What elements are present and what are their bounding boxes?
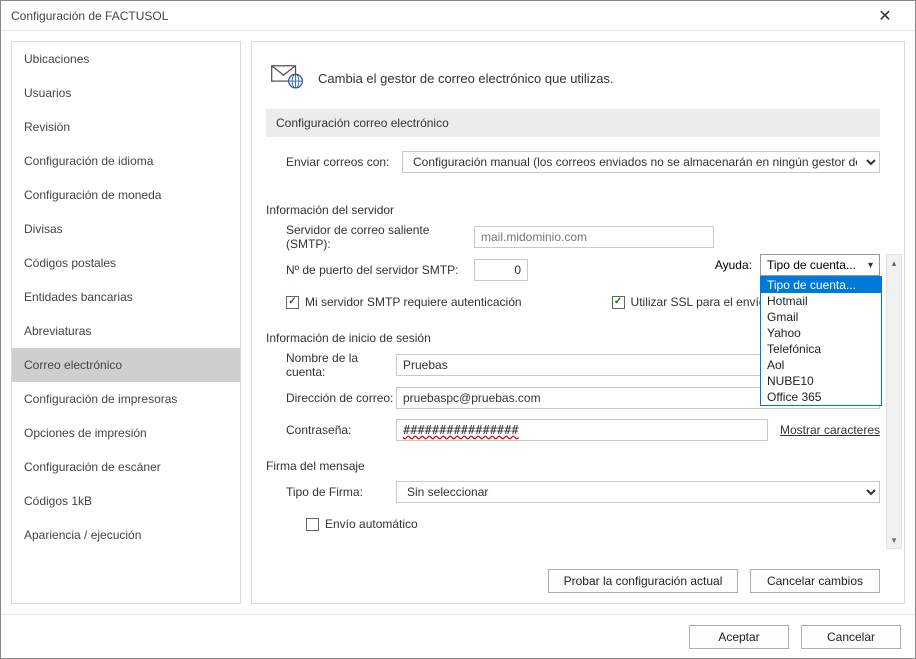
- smtp-auth-checkbox-row[interactable]: Mi servidor SMTP requiere autenticación: [286, 295, 522, 309]
- panel-header: Cambia el gestor de correo electrónico q…: [266, 56, 880, 109]
- sidebar: Ubicaciones Usuarios Revisión Configurac…: [11, 41, 241, 604]
- sidebar-item-revision[interactable]: Revisión: [12, 110, 240, 144]
- signature-heading: Firma del mensaje: [266, 449, 880, 479]
- help-label: Ayuda:: [715, 258, 752, 272]
- sidebar-item-moneda[interactable]: Configuración de moneda: [12, 178, 240, 212]
- cancel-changes-button[interactable]: Cancelar cambios: [750, 569, 880, 593]
- checkbox-icon: [286, 296, 299, 309]
- checkbox-icon: [612, 296, 625, 309]
- show-characters-link[interactable]: Mostrar caracteres: [780, 423, 880, 437]
- sidebar-item-opciones-impresion[interactable]: Opciones de impresión: [12, 416, 240, 450]
- sidebar-item-ubicaciones[interactable]: Ubicaciones: [12, 42, 240, 76]
- use-ssl-checkbox-row[interactable]: Utilizar SSL para el envío de: [612, 295, 783, 309]
- sidebar-item-impresoras[interactable]: Configuración de impresoras: [12, 382, 240, 416]
- sidebar-item-codigos-1kb[interactable]: Códigos 1kB: [12, 484, 240, 518]
- scroll-up-icon[interactable]: ▴: [887, 255, 901, 271]
- sidebar-item-correo-electronico[interactable]: Correo electrónico: [12, 348, 240, 382]
- vertical-scrollbar[interactable]: ▴ ▾: [886, 254, 902, 549]
- row-smtp-server: Servidor de correo saliente (SMTP):: [266, 223, 880, 251]
- sidebar-item-abreviaturas[interactable]: Abreviaturas: [12, 314, 240, 348]
- send-with-select[interactable]: Configuración manual (los correos enviad…: [402, 151, 880, 173]
- scroll-down-icon[interactable]: ▾: [887, 532, 901, 548]
- cancel-button[interactable]: Cancelar: [801, 625, 901, 649]
- mail-globe-icon: [270, 62, 304, 95]
- option-office365[interactable]: Office 365: [761, 389, 881, 405]
- body: Ubicaciones Usuarios Revisión Configurac…: [1, 31, 915, 614]
- signature-type-select[interactable]: Sin seleccionar: [396, 481, 880, 503]
- scrollbar-track[interactable]: [887, 271, 901, 532]
- chevron-down-icon: ▾: [868, 260, 873, 271]
- option-yahoo[interactable]: Yahoo: [761, 325, 881, 341]
- option-nube10[interactable]: NUBE10: [761, 373, 881, 389]
- option-gmail[interactable]: Gmail: [761, 309, 881, 325]
- send-with-label: Enviar correos con:: [266, 155, 396, 169]
- dialog-footer: Aceptar Cancelar: [1, 614, 915, 658]
- sidebar-item-codigos-postales[interactable]: Códigos postales: [12, 246, 240, 280]
- option-tipo-de-cuenta[interactable]: Tipo de cuenta...: [761, 277, 881, 293]
- row-signature-type: Tipo de Firma: Sin seleccionar: [266, 479, 880, 505]
- main-panel: Cambia el gestor de correo electrónico q…: [251, 41, 905, 604]
- row-password: Contraseña: ################ Mostrar car…: [266, 417, 880, 443]
- account-type-dropdown[interactable]: Tipo de cuenta... ▾ Tipo de cuenta... Ho…: [760, 254, 880, 276]
- smtp-port-input[interactable]: [474, 259, 528, 281]
- smtp-port-label: Nº de puerto del servidor SMTP:: [266, 263, 474, 277]
- close-icon[interactable]: ✕: [865, 6, 905, 26]
- sidebar-item-escaner[interactable]: Configuración de escáner: [12, 450, 240, 484]
- option-hotmail[interactable]: Hotmail: [761, 293, 881, 309]
- window-title: Configuración de FACTUSOL: [11, 9, 865, 23]
- sidebar-item-apariencia[interactable]: Apariencia / ejecución: [12, 518, 240, 552]
- server-info-heading: Información del servidor: [266, 181, 880, 223]
- account-name-label: Nombre de la cuenta:: [266, 351, 396, 379]
- checkbox-icon: [306, 518, 319, 531]
- signature-type-label: Tipo de Firma:: [266, 485, 396, 499]
- help-row: Ayuda: Tipo de cuenta... ▾ Tipo de cuent…: [715, 254, 880, 276]
- row-send-with: Enviar correos con: Configuración manual…: [266, 149, 880, 175]
- accept-button[interactable]: Aceptar: [689, 625, 789, 649]
- panel-heading: Cambia el gestor de correo electrónico q…: [318, 71, 614, 86]
- password-input[interactable]: ################: [403, 423, 519, 437]
- smtp-server-input[interactable]: [474, 226, 714, 248]
- smtp-server-label: Servidor de correo saliente (SMTP):: [266, 223, 474, 251]
- sidebar-item-entidades-bancarias[interactable]: Entidades bancarias: [12, 280, 240, 314]
- email-label: Dirección de correo:: [266, 391, 396, 405]
- sidebar-item-idioma[interactable]: Configuración de idioma: [12, 144, 240, 178]
- option-aol[interactable]: Aol: [761, 357, 881, 373]
- account-type-listbox[interactable]: Tipo de cuenta... Hotmail Gmail Yahoo Te…: [760, 276, 882, 406]
- test-config-button[interactable]: Probar la configuración actual: [548, 569, 738, 593]
- auto-send-label: Envío automático: [325, 517, 418, 531]
- sidebar-item-divisas[interactable]: Divisas: [12, 212, 240, 246]
- row-auto-send: Envío automático: [266, 511, 880, 537]
- config-window: Configuración de FACTUSOL ✕ Ubicaciones …: [0, 0, 916, 659]
- sidebar-item-usuarios[interactable]: Usuarios: [12, 76, 240, 110]
- section-title: Configuración correo electrónico: [266, 109, 880, 137]
- main-content: Cambia el gestor de correo electrónico q…: [252, 42, 904, 559]
- auto-send-checkbox-row[interactable]: Envío automático: [306, 517, 418, 531]
- password-label: Contraseña:: [266, 423, 396, 437]
- account-type-selected: Tipo de cuenta...: [767, 258, 856, 272]
- titlebar: Configuración de FACTUSOL ✕: [1, 1, 915, 31]
- option-telefonica[interactable]: Telefónica: [761, 341, 881, 357]
- smtp-auth-label: Mi servidor SMTP requiere autenticación: [305, 295, 522, 309]
- panel-buttons: Probar la configuración actual Cancelar …: [252, 559, 904, 603]
